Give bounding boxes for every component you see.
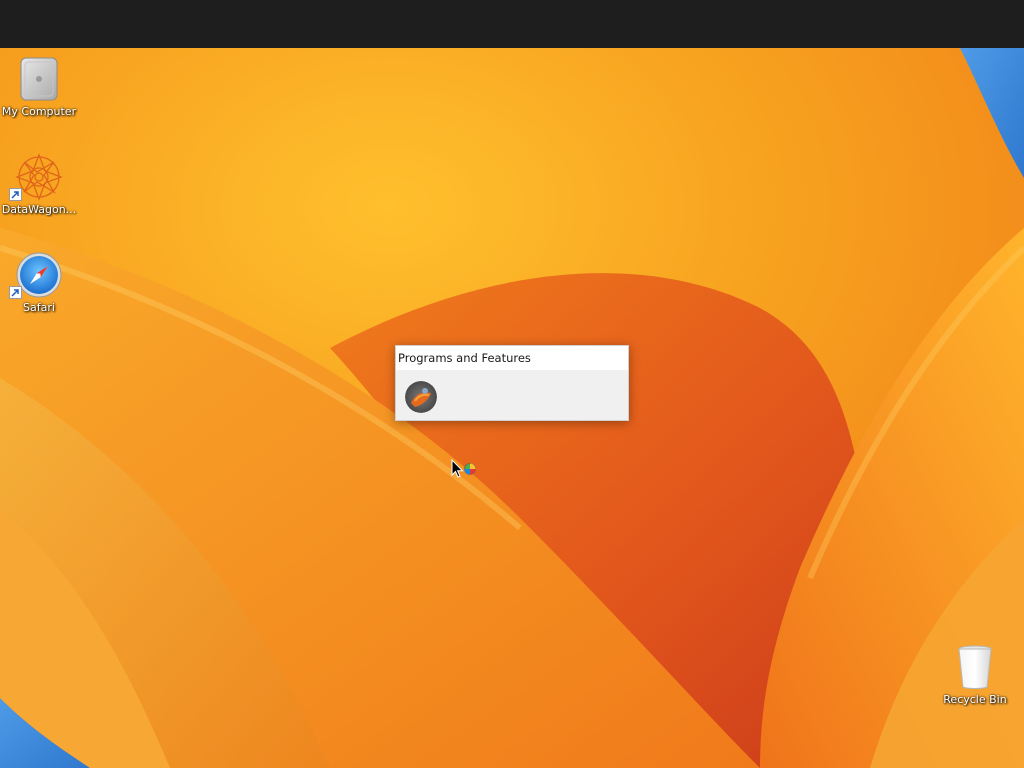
safari-compass-icon — [9, 251, 63, 299]
desktop-icon-safari[interactable]: Safari — [0, 251, 78, 315]
shortcut-arrow-icon — [9, 286, 22, 299]
desktop-icon-label: Recycle Bin — [943, 693, 1007, 706]
preview-title: Programs and Features — [396, 346, 628, 370]
shortcut-arrow-icon — [9, 188, 22, 201]
recycle-bin-icon — [951, 643, 999, 691]
desktop-icon-recycle-bin[interactable]: Recycle Bin — [936, 643, 1014, 707]
programs-features-preview[interactable]: Programs and Features — [395, 345, 629, 421]
programs-features-thumbnail-icon[interactable] — [405, 381, 437, 413]
desktop-icon-datawagon[interactable]: DataWagon... — [0, 153, 78, 217]
computer-icon — [15, 55, 63, 103]
desktop-icon-label: DataWagon... — [1, 203, 77, 216]
desktop-screen: My Computer DataWagon... Safari Recycle … — [0, 0, 1024, 768]
datawagon-icon — [9, 153, 63, 201]
desktop-icon-label: Safari — [23, 301, 55, 314]
desktop-icon-my-computer[interactable]: My Computer — [0, 55, 78, 119]
desktop-icon-label: My Computer — [1, 105, 77, 118]
top-bar — [0, 0, 1024, 48]
busy-cursor-icon — [451, 458, 481, 481]
